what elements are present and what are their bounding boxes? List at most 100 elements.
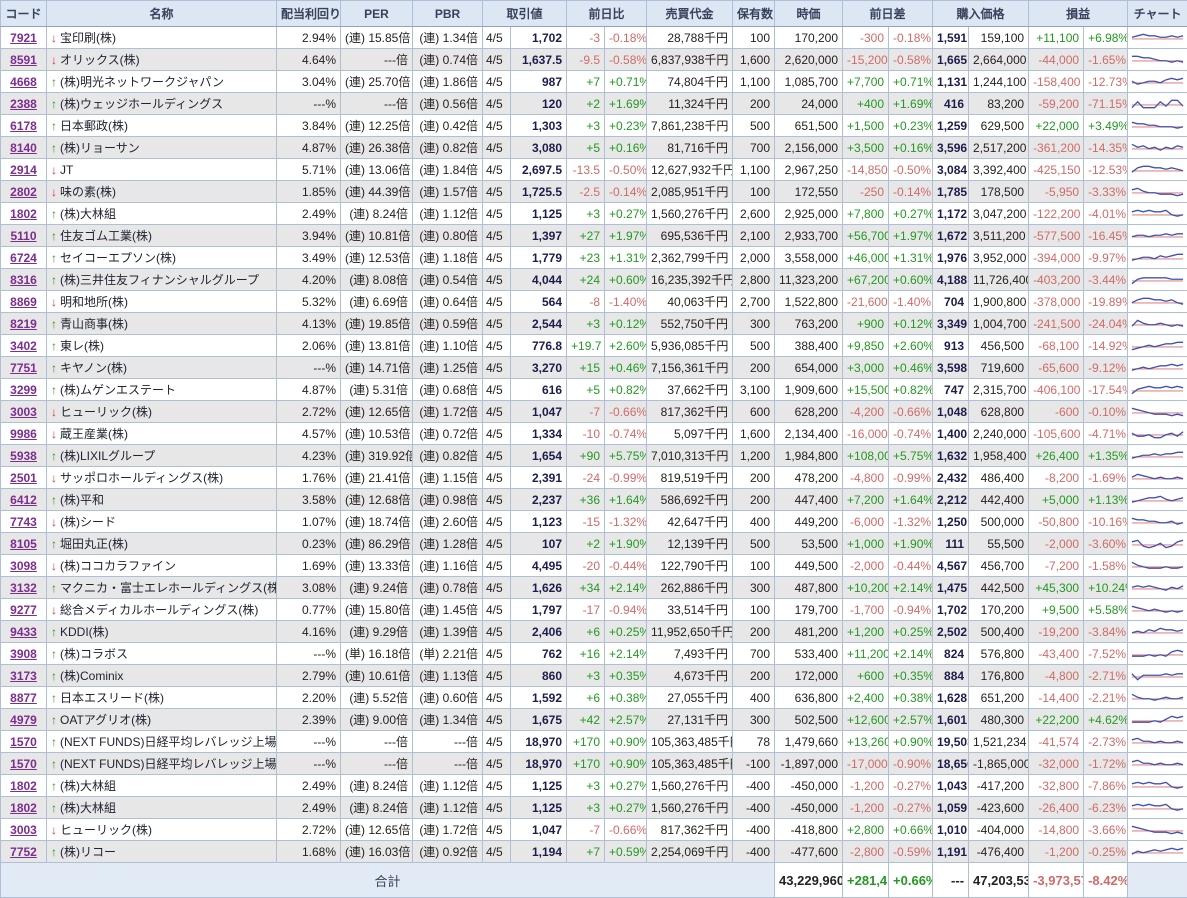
stock-code-link[interactable]: 6178 [10,119,37,133]
stock-code-link[interactable]: 3299 [10,383,37,397]
stock-code-link[interactable]: 6412 [10,493,37,507]
stock-code-link[interactable]: 1802 [10,779,37,793]
chart-cell[interactable] [1128,489,1187,511]
chart-cell[interactable] [1128,181,1187,203]
down-arrow-icon: ↓ [51,427,57,441]
volume-cell: 7,010,313千円 [647,445,733,467]
chart-cell[interactable] [1128,71,1187,93]
stock-code-link[interactable]: 1802 [10,801,37,815]
pbr-cell: ---倍 [413,753,483,775]
day-change-pct-cell: +2.14% [605,643,647,665]
stock-code-link[interactable]: 4979 [10,713,37,727]
stock-code-link[interactable]: 2914 [10,163,37,177]
chart-cell[interactable] [1128,819,1187,841]
chart-cell[interactable] [1128,511,1187,533]
stock-code-link[interactable]: 2802 [10,185,37,199]
trade-date-cell: 4/5 [483,269,511,291]
chart-cell[interactable] [1128,445,1187,467]
stock-name-cell: ↑(株)平和 [47,489,277,511]
chart-cell[interactable] [1128,665,1187,687]
stock-code-link[interactable]: 4668 [10,75,37,89]
day-diff-pct-cell: +1.69% [889,93,933,115]
chart-cell[interactable] [1128,115,1187,137]
stock-code-link[interactable]: 8219 [10,317,37,331]
stock-code-link[interactable]: 8140 [10,141,37,155]
chart-cell[interactable] [1128,643,1187,665]
chart-cell[interactable] [1128,335,1187,357]
chart-cell[interactable] [1128,291,1187,313]
chart-cell[interactable] [1128,709,1187,731]
chart-cell[interactable] [1128,555,1187,577]
stock-code-link[interactable]: 3173 [10,669,37,683]
table-header: コード 名称 配当利回り PER PBR 取引値 前日比 売買代金 保有数 時価… [1,1,1187,27]
stock-name-cell: ↑(株)LIXILグループ [47,445,277,467]
stock-code-link[interactable]: 7921 [10,31,37,45]
stock-code-link[interactable]: 8105 [10,537,37,551]
chart-cell[interactable] [1128,621,1187,643]
chart-cell[interactable] [1128,313,1187,335]
stock-code-link[interactable]: 3402 [10,339,37,353]
chart-cell[interactable] [1128,401,1187,423]
stock-code-link[interactable]: 3003 [10,823,37,837]
profit-loss-cell: -41,574 [1029,731,1084,753]
chart-cell[interactable] [1128,577,1187,599]
stock-code-link[interactable]: 8316 [10,273,37,287]
quantity-cell: 200 [733,621,775,643]
chart-cell[interactable] [1128,247,1187,269]
stock-code-link[interactable]: 1570 [10,757,37,771]
stock-code-link[interactable]: 3098 [10,559,37,573]
chart-cell[interactable] [1128,137,1187,159]
stock-code-link[interactable]: 1802 [10,207,37,221]
purchase-unit-price-cell: 1,043 [933,775,969,797]
stock-code-link[interactable]: 7743 [10,515,37,529]
chart-cell[interactable] [1128,797,1187,819]
chart-cell[interactable] [1128,467,1187,489]
stock-code-link[interactable]: 7752 [10,845,37,859]
day-change-pct-cell: -0.94% [605,599,647,621]
up-arrow-icon: ↑ [51,339,57,353]
chart-cell[interactable] [1128,379,1187,401]
day-change-cell: +7 [567,71,605,93]
day-diff-cell: +2,400 [843,687,889,709]
chart-cell[interactable] [1128,159,1187,181]
quantity-cell: 200 [733,665,775,687]
day-change-pct-cell: -0.50% [605,159,647,181]
purchase-amount-cell: 3,511,200 [969,225,1029,247]
purchase-amount-cell: 500,400 [969,621,1029,643]
stock-code-link[interactable]: 3003 [10,405,37,419]
chart-cell[interactable] [1128,27,1187,49]
chart-cell[interactable] [1128,49,1187,71]
chart-cell[interactable] [1128,203,1187,225]
stock-code-link[interactable]: 3908 [10,647,37,661]
stock-code-link[interactable]: 7751 [10,361,37,375]
per-cell: (連) 15.80倍 [341,599,413,621]
stock-code-link[interactable]: 9433 [10,625,37,639]
stock-code-link[interactable]: 6724 [10,251,37,265]
stock-code-link[interactable]: 8869 [10,295,37,309]
price-sparkline [1131,558,1184,574]
stock-code-link[interactable]: 5938 [10,449,37,463]
chart-cell[interactable] [1128,687,1187,709]
chart-cell[interactable] [1128,423,1187,445]
chart-cell[interactable] [1128,225,1187,247]
chart-cell[interactable] [1128,753,1187,775]
stock-code-link[interactable]: 3132 [10,581,37,595]
stock-code-link[interactable]: 5110 [10,229,36,243]
stock-code-link[interactable]: 2388 [10,97,37,111]
stock-code-link[interactable]: 1570 [10,735,37,749]
market-value-cell: 449,200 [775,511,843,533]
chart-cell[interactable] [1128,841,1187,863]
stock-code-link[interactable]: 9277 [10,603,37,617]
chart-cell[interactable] [1128,599,1187,621]
chart-cell[interactable] [1128,269,1187,291]
chart-cell[interactable] [1128,731,1187,753]
stock-code-link[interactable]: 9986 [10,427,37,441]
stock-code-link[interactable]: 2501 [10,471,37,485]
chart-cell[interactable] [1128,533,1187,555]
stock-code-link[interactable]: 8591 [10,53,37,67]
stock-code-link[interactable]: 8877 [10,691,37,705]
chart-cell[interactable] [1128,357,1187,379]
chart-cell[interactable] [1128,93,1187,115]
chart-cell[interactable] [1128,775,1187,797]
trade-price-cell: 1,125 [511,797,567,819]
